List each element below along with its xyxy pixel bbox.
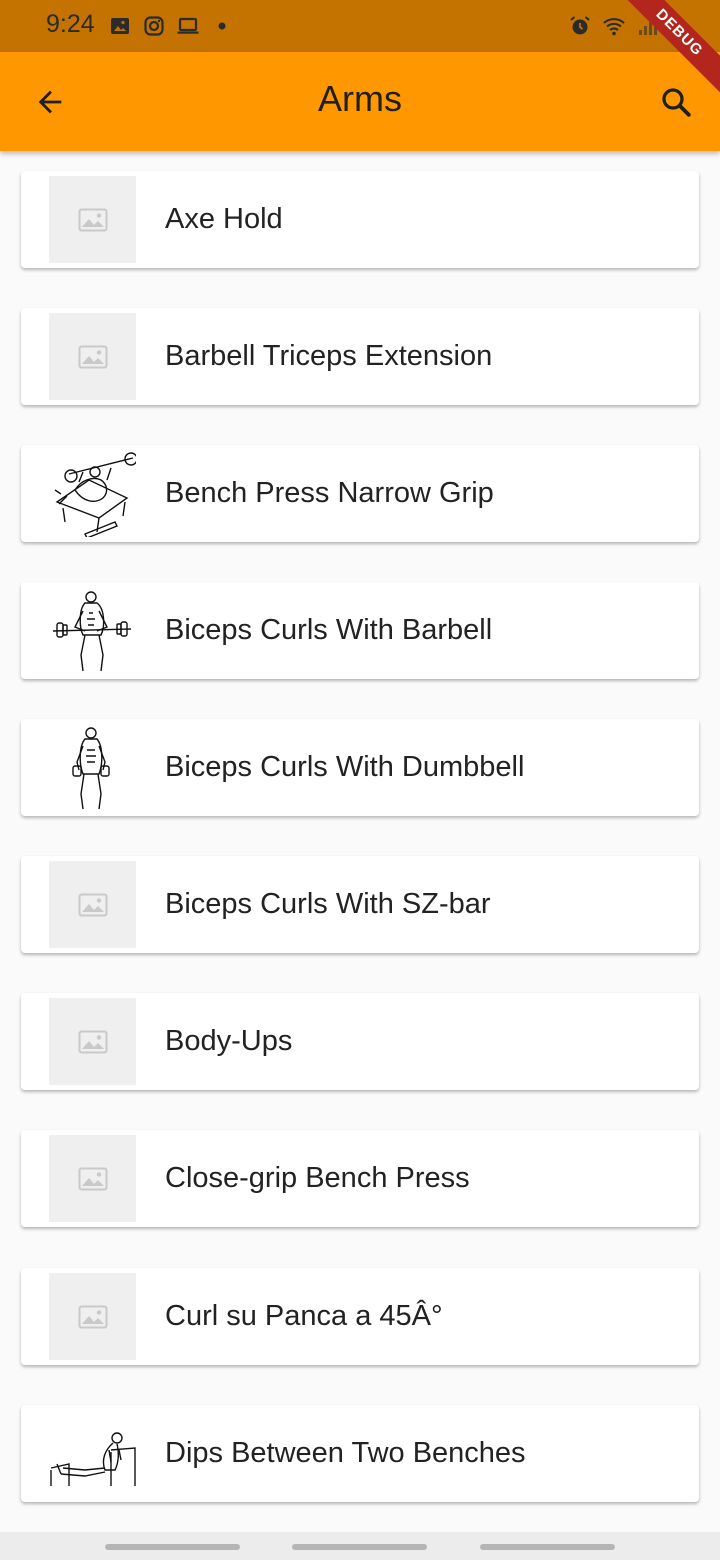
exercise-name: Body-Ups (165, 1025, 293, 1057)
nav-back-button[interactable] (480, 1544, 615, 1550)
search-icon (662, 88, 691, 117)
bench-press-drawing (54, 452, 136, 537)
system-nav-bar (0, 1532, 720, 1560)
exercise-name: Barbell Triceps Extension (165, 340, 493, 372)
instagram-icon (144, 16, 164, 36)
image-placeholder-icon (78, 1305, 107, 1328)
alarm-icon (570, 16, 590, 35)
dot-icon (218, 22, 226, 30)
exercise-thumbnail (49, 1410, 136, 1497)
exercise-name: Biceps Curls With SZ-bar (165, 888, 491, 920)
exercise-card[interactable]: Close-grip Bench Press (21, 1130, 699, 1227)
status-left-icons (108, 14, 234, 38)
image-placeholder-icon (78, 893, 107, 916)
exercise-name: Dips Between Two Benches (165, 1437, 526, 1469)
exercise-card[interactable]: Axe Hold (21, 171, 699, 268)
exercise-card[interactable]: Barbell Triceps Extension (21, 308, 699, 405)
search-button[interactable] (654, 80, 698, 124)
exercise-name: Biceps Curls With Dumbbell (165, 751, 525, 783)
app-bar: Arms (0, 52, 720, 151)
exercise-name: Close-grip Bench Press (165, 1162, 470, 1194)
exercise-name: Biceps Curls With Barbell (165, 614, 493, 646)
exercise-card[interactable]: Curl su Panca a 45Â° (21, 1268, 699, 1365)
image-placeholder-icon (78, 1030, 107, 1053)
status-bar: 9:24 (0, 0, 720, 52)
exercise-card[interactable]: Biceps Curls With Dumbbell (21, 719, 699, 816)
exercise-thumbnail (49, 450, 136, 537)
barbell-curl-drawing (52, 591, 132, 672)
exercise-name: Axe Hold (165, 203, 283, 235)
exercise-card[interactable]: Bench Press Narrow Grip (21, 445, 699, 542)
exercise-thumbnail (49, 587, 136, 674)
status-time: 9:24 (46, 10, 95, 38)
page-title: Arms (318, 78, 402, 119)
exercise-thumbnail (49, 998, 136, 1085)
screen: 9:24 DEBUG Arms Axe Hold Barbell Triceps… (0, 0, 720, 1560)
exercise-card[interactable]: Biceps Curls With Barbell (21, 582, 699, 679)
dumbbell-curl-drawing (72, 727, 110, 810)
exercise-thumbnail (49, 1273, 136, 1360)
dips-drawing (50, 1432, 136, 1486)
image-placeholder-icon (78, 1167, 107, 1190)
laptop-icon (177, 17, 199, 34)
nav-home-button[interactable] (292, 1544, 427, 1550)
image-placeholder-icon (78, 345, 107, 368)
exercise-thumbnail (49, 313, 136, 400)
exercise-thumbnail (49, 724, 136, 811)
exercise-name: Curl su Panca a 45Â° (165, 1300, 443, 1332)
exercise-thumbnail (49, 861, 136, 948)
exercise-name: Bench Press Narrow Grip (165, 477, 494, 509)
exercise-card[interactable]: Dips Between Two Benches (21, 1405, 699, 1502)
exercise-thumbnail (49, 1135, 136, 1222)
image-icon (111, 18, 129, 34)
exercise-card[interactable]: Body-Ups (21, 993, 699, 1090)
exercise-thumbnail (49, 176, 136, 263)
nav-recent-button[interactable] (105, 1544, 240, 1550)
exercise-card[interactable]: Biceps Curls With SZ-bar (21, 856, 699, 953)
image-placeholder-icon (78, 208, 107, 231)
wifi-icon (603, 18, 625, 36)
